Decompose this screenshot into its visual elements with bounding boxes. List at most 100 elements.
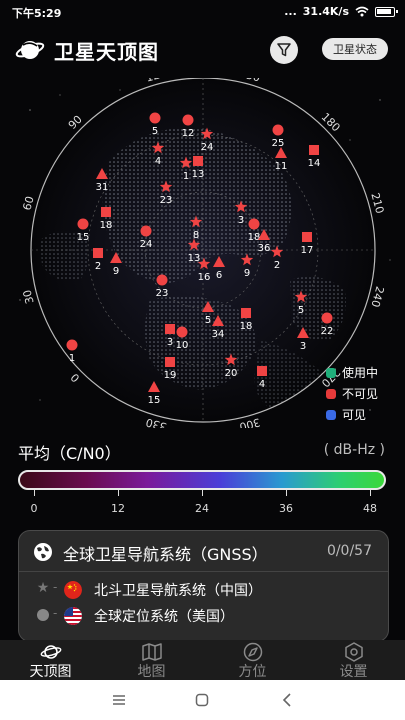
tab-sky-plot[interactable]: 天顶图 — [0, 640, 101, 680]
satellite-id-label: 5 — [152, 126, 158, 137]
satellite-id-label: 36 — [258, 243, 271, 254]
satellite-id-label: 34 — [212, 329, 225, 340]
snr-tick-label: 24 — [195, 502, 209, 515]
legend-swatch — [326, 367, 336, 378]
snr-tick-label: 36 — [279, 502, 293, 515]
satellite-id-label: 1 — [183, 171, 189, 182]
gnss-card-header[interactable]: 全球卫星导航系统（GNSS） 0/0/57 — [19, 531, 388, 572]
status-icons: ... 31.4K/s — [284, 5, 398, 18]
satellite-id-label: 3 — [300, 341, 306, 352]
snr-unit: ( dB-Hz ) — [323, 442, 385, 458]
satellite-id-label: 5 — [205, 315, 211, 326]
satellite-id-label: 18 — [100, 220, 113, 231]
satellite-circle-icon — [321, 312, 333, 324]
satellite-id-label: 20 — [225, 368, 238, 379]
satellite-id-label: 3 — [238, 215, 244, 226]
compass-icon — [243, 642, 262, 662]
network-speed: 31.4K/s — [302, 5, 349, 18]
satellite-circle-icon — [272, 124, 284, 136]
dot-icon — [35, 606, 51, 625]
dash-separator: - — [53, 580, 58, 594]
satellite-id-label: 5 — [298, 305, 304, 316]
map-icon — [141, 643, 162, 661]
star-icon: ★ — [36, 580, 50, 596]
satellite-id-label: 11 — [275, 161, 288, 172]
satellite-id-label: 2 — [95, 261, 101, 272]
dash-separator: - — [53, 606, 58, 620]
satellite-id-label: 24 — [201, 142, 214, 153]
system-row-beidou[interactable]: ★ - 北斗卫星导航系统（中国） — [19, 577, 388, 603]
system-name: 全球定位系统（美国） — [94, 609, 234, 625]
status-bar: 下午5:29 ... 31.4K/s — [0, 0, 405, 24]
gnss-card[interactable]: 全球卫星导航系统（GNSS） 0/0/57 ★ - 北斗卫星导航系统（中国） -… — [18, 530, 389, 642]
satellite-square-icon — [165, 324, 175, 334]
satellite-square-icon — [165, 357, 175, 367]
tab-label: 方位 — [238, 664, 267, 680]
snr-title: 平均（C/N0） — [18, 444, 121, 463]
snr-tick-mark — [370, 490, 371, 496]
snr-tick-label: 12 — [111, 502, 125, 515]
legend-label: 不可见 — [342, 387, 379, 401]
satellite-id-label: 1 — [69, 353, 75, 364]
satellite-id-label: 19 — [164, 370, 177, 381]
tab-bearing[interactable]: 方位 — [202, 640, 303, 680]
home-nav-button[interactable] — [190, 688, 214, 712]
satellite-id-label: 2 — [274, 260, 280, 271]
satellite-id-label: 12 — [182, 128, 195, 139]
satellite-circle-icon — [248, 218, 260, 230]
system-name: 北斗卫星导航系统（中国） — [94, 583, 262, 599]
snr-ticks: 0 12 24 36 48 — [0, 490, 405, 520]
menu-nav-button[interactable] — [107, 688, 131, 712]
gnss-count: 0/0/57 — [326, 543, 372, 559]
satellite-id-label: 9 — [113, 266, 119, 277]
tab-label: 地图 — [137, 664, 166, 680]
tab-map[interactable]: 地图 — [101, 640, 202, 680]
satellite-id-label: 18 — [248, 232, 261, 243]
snr-tick-mark — [118, 490, 119, 496]
back-nav-button[interactable] — [275, 688, 299, 712]
planet-logo-icon — [15, 41, 45, 59]
satellite-square-icon — [241, 308, 251, 318]
satellite-circle-icon — [149, 112, 161, 124]
satellite-id-label: 4 — [155, 156, 161, 167]
home-square-icon — [195, 693, 209, 707]
satellite-circle-icon — [66, 339, 78, 351]
settings-icon — [344, 642, 363, 662]
system-nav-bar — [0, 680, 405, 720]
satellite-square-icon — [193, 156, 203, 166]
satellite-circle-icon — [176, 326, 188, 338]
wifi-icon — [355, 6, 369, 17]
satellite-id-label: 23 — [156, 288, 169, 299]
satellite-id-label: 6 — [216, 270, 222, 281]
gnss-title: 全球卫星导航系统（GNSS） — [63, 545, 268, 564]
satellite-id-label: 23 — [160, 195, 173, 206]
app-header: 卫星天顶图 卫星状态 — [0, 30, 405, 70]
snr-tick-mark — [286, 490, 287, 496]
back-icon — [282, 693, 291, 707]
satellite-status-button[interactable]: 卫星状态 — [322, 38, 388, 60]
bottom-tab-bar: 天顶图 地图 方位 设置 — [0, 640, 405, 680]
satellite-circle-icon — [156, 274, 168, 286]
legend-item-invisible: 不可见 — [326, 383, 378, 404]
satellite-id-label: 15 — [77, 232, 90, 243]
satellite-circle-icon — [182, 114, 194, 126]
legend-label: 可见 — [342, 408, 367, 422]
system-row-gps[interactable]: - 全球定位系统（美国） — [19, 603, 388, 629]
satellite-id-label: 15 — [148, 395, 161, 406]
satellite-square-icon — [93, 248, 103, 258]
satellite-square-icon — [101, 207, 111, 217]
snr-tick-label: 0 — [30, 502, 38, 515]
satellite-flag-icon — [309, 145, 319, 155]
snr-tick-mark — [34, 490, 35, 496]
page-title: 卫星天顶图 — [54, 40, 159, 64]
legend-swatch — [326, 409, 336, 420]
satellite-square-icon — [302, 232, 312, 242]
satellite-id-label: 4 — [259, 379, 265, 390]
tab-settings[interactable]: 设置 — [303, 640, 404, 680]
satellite-id-label: 10 — [176, 340, 189, 351]
legend-swatch — [326, 388, 336, 399]
filter-button[interactable] — [270, 36, 298, 64]
battery-icon — [375, 6, 398, 17]
china-flag-icon — [64, 581, 82, 599]
satellite-square-icon — [257, 366, 267, 376]
